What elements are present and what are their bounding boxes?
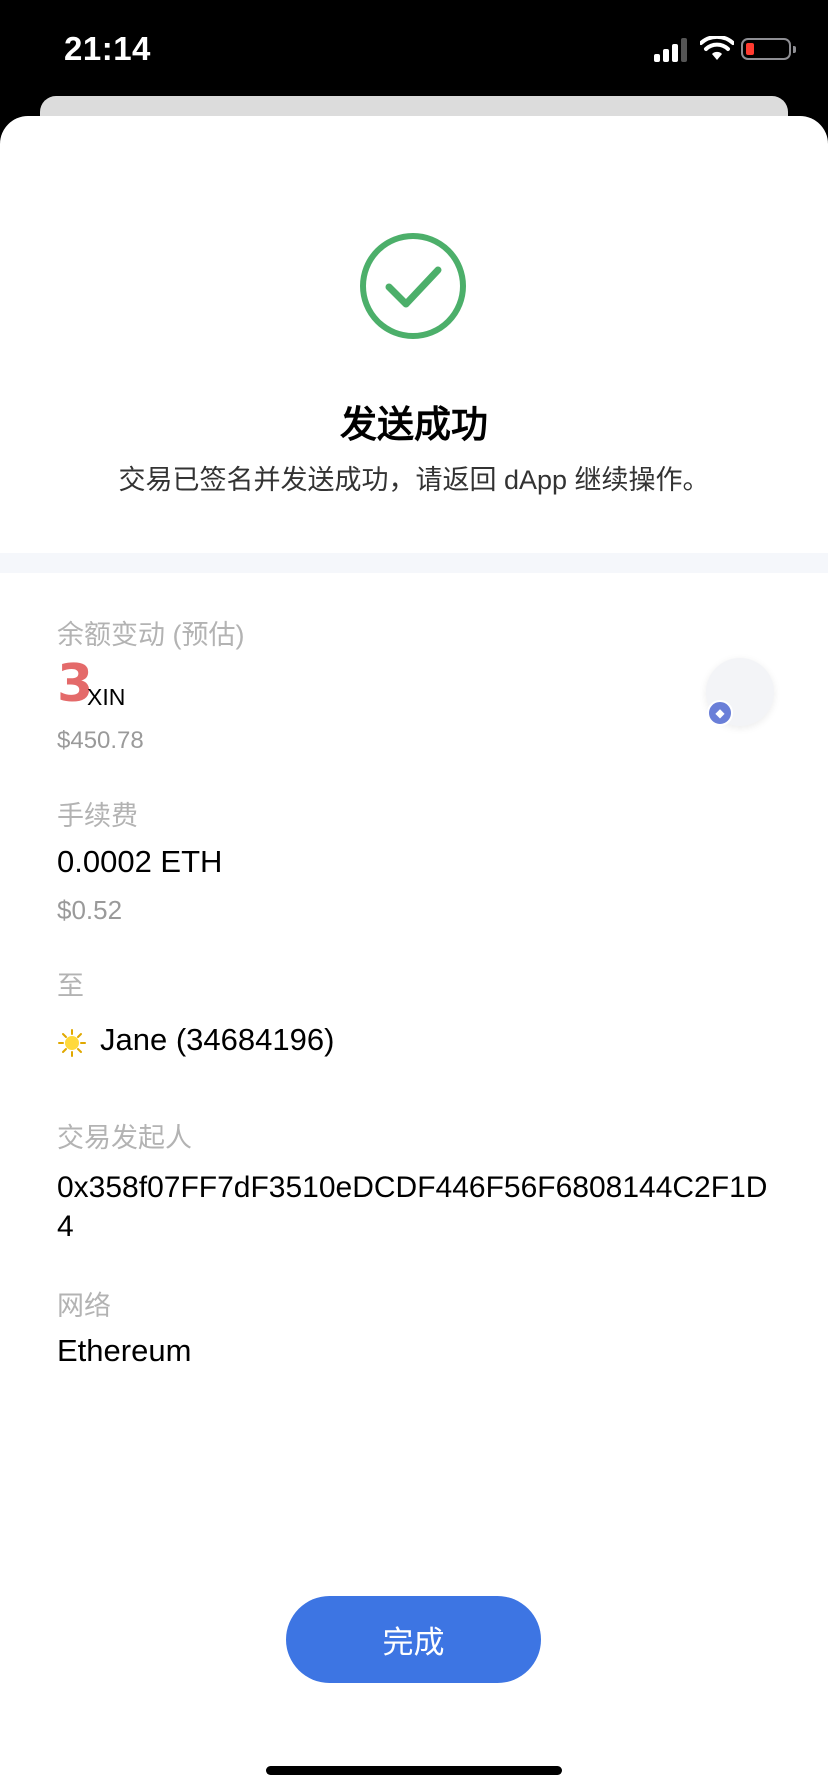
recipient-name: Jane (34684196) bbox=[100, 1022, 335, 1057]
network-value: Ethereum bbox=[57, 1333, 192, 1368]
balance-change-usd: $450.78 bbox=[57, 727, 144, 754]
battery-icon bbox=[741, 38, 796, 60]
fee-amount: 0.0002 ETH bbox=[57, 844, 223, 879]
to-label: 至 bbox=[57, 971, 84, 1001]
result-subtitle: 交易已签名并发送成功，请返回 dApp 继续操作。 bbox=[118, 465, 710, 495]
fee-usd: $0.52 bbox=[57, 895, 123, 925]
fee-label: 手续费 bbox=[57, 801, 138, 831]
wifi-icon bbox=[700, 36, 734, 60]
initiator-label: 交易发起人 bbox=[57, 1123, 192, 1153]
section-divider bbox=[0, 553, 828, 573]
transaction-result-sheet: 发送成功 交易已签名并发送成功，请返回 dApp 继续操作。 余额变动 (预估)… bbox=[0, 116, 828, 1792]
result-title: 发送成功 bbox=[340, 404, 488, 445]
network-label: 网络 bbox=[57, 1291, 111, 1321]
success-check-icon bbox=[360, 233, 466, 339]
done-button[interactable]: 完成 bbox=[286, 1596, 541, 1683]
cellular-signal-icon bbox=[654, 36, 688, 62]
sun-avatar-icon bbox=[58, 1029, 86, 1057]
status-bar: 21:14 bbox=[0, 0, 828, 96]
balance-change-symbol: XIN bbox=[87, 684, 126, 710]
status-time: 21:14 bbox=[64, 30, 151, 67]
initiator-address: 0x358f07FF7dF3510eDCDF446F56F6808144C2F1… bbox=[57, 1171, 768, 1243]
balance-change-label: 余额变动 (预估) bbox=[57, 620, 245, 650]
home-indicator[interactable] bbox=[266, 1766, 562, 1775]
ethereum-icon: ◆ bbox=[707, 700, 733, 726]
